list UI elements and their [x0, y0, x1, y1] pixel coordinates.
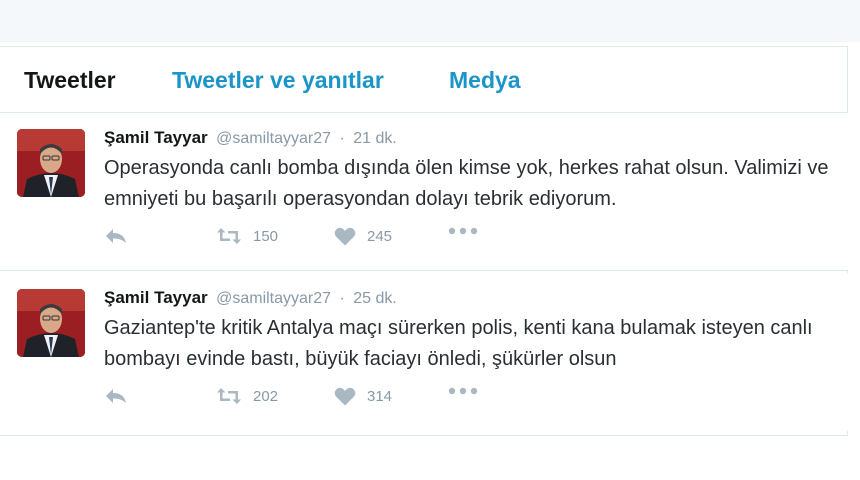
avatar-image: [17, 129, 85, 197]
tweet[interactable]: Şamil Tayyar @samiltayyar27 · 25 dk. Gaz…: [0, 273, 848, 431]
tweet-text: Operasyonda canlı bomba dışında ölen kim…: [104, 157, 829, 210]
separator-dot: ·: [339, 130, 345, 147]
retweet-icon: [217, 228, 241, 244]
author-handle[interactable]: @samiltayyar27: [216, 290, 331, 307]
avatar[interactable]: [17, 129, 85, 197]
reply-icon: [106, 229, 126, 243]
author-name[interactable]: Şamil Tayyar: [104, 288, 208, 307]
tweet-text: Gaziantep'te kritik Antalya maçı sürerke…: [104, 317, 813, 370]
reply-button[interactable]: [104, 387, 128, 405]
more-button[interactable]: [448, 227, 478, 235]
retweet-count: 202: [253, 387, 279, 405]
retweet-count: 150: [253, 227, 279, 245]
separator-dot: ·: [339, 290, 345, 307]
heart-icon: [334, 227, 356, 246]
more-dots-icon: [448, 227, 478, 235]
tweet-actions: 150 245: [104, 227, 524, 253]
tweet[interactable]: Şamil Tayyar @samiltayyar27 · 21 dk. Ope…: [0, 113, 848, 271]
retweet-icon: [217, 388, 241, 404]
tab-media[interactable]: Medya: [449, 67, 521, 94]
like-count: 314: [367, 388, 393, 405]
more-dots-icon: [448, 387, 478, 395]
more-button[interactable]: [448, 387, 478, 395]
author-handle[interactable]: @samiltayyar27: [216, 130, 331, 147]
reply-icon: [106, 389, 126, 403]
reply-button[interactable]: [104, 227, 128, 245]
retweet-button[interactable]: 150: [216, 227, 278, 245]
retweet-button[interactable]: 202: [216, 387, 278, 405]
avatar-image: [17, 289, 85, 357]
tab-tweets-and-replies[interactable]: Tweetler ve yanıtlar: [172, 67, 384, 94]
tweet-actions: 202 314: [104, 387, 524, 413]
tweet-timestamp[interactable]: 25 dk.: [353, 290, 397, 307]
timeline-card: Tweetler Tweetler ve yanıtlar Medya Şami…: [0, 46, 848, 436]
top-strip: [0, 0, 860, 42]
profile-tabs: Tweetler Tweetler ve yanıtlar Medya: [0, 47, 848, 113]
tweet-timestamp[interactable]: 21 dk.: [353, 130, 397, 147]
like-count: 245: [367, 228, 393, 245]
like-button[interactable]: 314: [334, 387, 392, 406]
author-name[interactable]: Şamil Tayyar: [104, 128, 208, 147]
tweet-header: Şamil Tayyar @samiltayyar27 · 21 dk.: [104, 128, 397, 148]
tweet-header: Şamil Tayyar @samiltayyar27 · 25 dk.: [104, 288, 397, 308]
tab-tweets[interactable]: Tweetler: [24, 67, 116, 94]
heart-icon: [334, 387, 356, 406]
avatar[interactable]: [17, 289, 85, 357]
like-button[interactable]: 245: [334, 227, 392, 246]
